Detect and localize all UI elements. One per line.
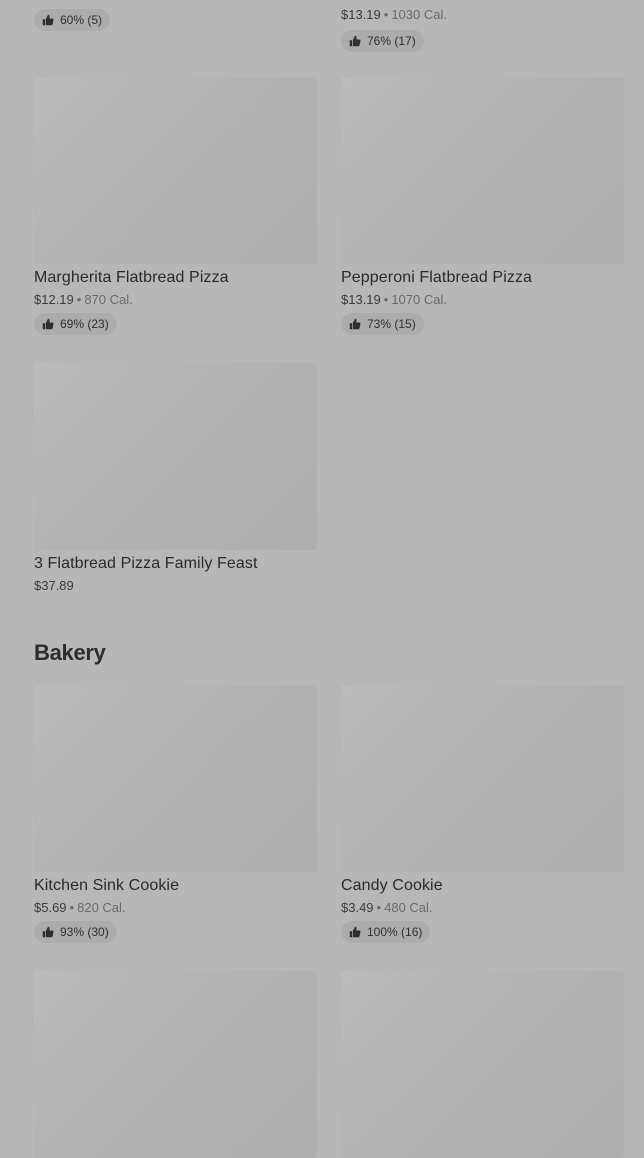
item-price: $37.89 (34, 578, 74, 593)
item-calories: 820 Cal. (77, 900, 126, 915)
rating-text: 100% (16) (367, 925, 423, 939)
rating-badge: 93% (30) (34, 921, 117, 943)
rating-text: 76% (17) (367, 34, 416, 48)
thumbs-up-icon (42, 14, 54, 26)
menu-item-card-partial[interactable] (34, 971, 317, 1158)
item-image (34, 363, 317, 550)
thumbs-up-icon (42, 926, 54, 938)
menu-item-card[interactable]: Kitchen Sink Cookie $5.69 • 820 Cal. 93% (… (34, 685, 317, 943)
item-image (341, 685, 624, 872)
item-meta: $37.89 (34, 579, 317, 593)
item-meta: $5.69 • 820 Cal. (34, 900, 126, 915)
rating-badge: 73% (15) (341, 313, 424, 335)
item-name: Pepperoni Flatbread Pizza (341, 269, 533, 286)
item-calories: 1070 Cal. (391, 292, 447, 307)
thumbs-up-icon (349, 926, 361, 938)
thumbs-up-icon (349, 318, 361, 330)
rating-badge: 69% (23) (34, 313, 117, 335)
item-meta: $13.19 • 1070 Cal. (341, 292, 447, 307)
item-price: $12.19 (34, 292, 74, 307)
rating-text: 93% (30) (60, 925, 109, 939)
item-name: Margherita Flatbread Pizza (34, 269, 229, 286)
menu-item-partial-right[interactable]: 76% (17) (341, 30, 424, 52)
item-price: $13.19 (341, 292, 381, 307)
rating-badge: 60% (5) (34, 9, 111, 31)
menu-item-partial-right-meta: $13.19 • 1030 Cal. (341, 7, 447, 22)
item-meta: $12.19 • 870 Cal. (34, 292, 133, 307)
rating-badge: 76% (17) (341, 30, 424, 52)
thumbs-up-icon (42, 318, 54, 330)
thumbs-up-icon (349, 35, 361, 47)
item-meta: $3.49 • 480 Cal. (341, 900, 433, 915)
item-image (341, 77, 624, 264)
item-price: $5.69 (34, 900, 67, 915)
item-price: $3.49 (341, 900, 374, 915)
menu-item-partial-left[interactable]: 60% (5) (34, 9, 111, 31)
item-price: $13.19 (341, 7, 381, 22)
item-name: Kitchen Sink Cookie (34, 877, 180, 894)
menu-item-card[interactable]: Pepperoni Flatbread Pizza $13.19 • 1070 Ca… (341, 77, 624, 335)
rating-text: 69% (23) (60, 317, 109, 331)
menu-item-card[interactable]: Candy Cookie $3.49 • 480 Cal. 100% (16) (341, 685, 624, 943)
item-image (34, 77, 317, 264)
item-name: Candy Cookie (341, 877, 443, 894)
item-calories: 1030 Cal. (391, 7, 447, 22)
item-image (34, 971, 317, 1158)
menu-item-card-partial[interactable] (341, 971, 624, 1158)
menu-page: 60% (5) $13.19 • 1030 Cal. 76% (17) Marghe… (0, 0, 644, 1158)
section-title-bakery: Bakery (34, 640, 106, 665)
item-calories: 480 Cal. (384, 900, 433, 915)
rating-text: 73% (15) (367, 317, 416, 331)
item-name: 3 Flatbread Pizza Family Feast (34, 555, 258, 572)
menu-item-card[interactable]: 3 Flatbread Pizza Family Feast $37.89 (34, 363, 317, 593)
item-image (341, 971, 624, 1158)
rating-badge: 100% (16) (341, 921, 431, 943)
rating-text: 60% (5) (60, 13, 103, 27)
item-calories: 870 Cal. (84, 292, 133, 307)
item-image (34, 685, 317, 872)
menu-item-card[interactable]: Margherita Flatbread Pizza $12.19 • 870 Ca… (34, 77, 317, 335)
